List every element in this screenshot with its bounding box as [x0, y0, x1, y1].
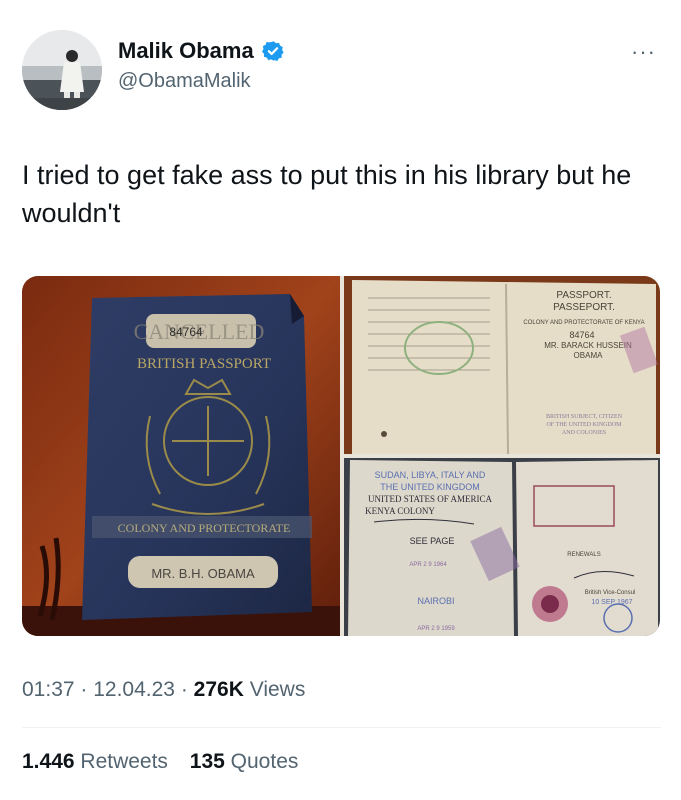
visa-consul: British Vice-Consul [585, 590, 636, 596]
visa-countries-4: KENYA COLONY [365, 506, 435, 516]
tweet-meta: 01:37 · 12.04.23 · 276K Views [22, 678, 305, 702]
quotes-stat[interactable]: 135 Quotes [190, 750, 299, 774]
quotes-label: Quotes [224, 750, 299, 773]
info-nationality-1: BRITISH SUBJECT, CITIZEN [546, 414, 623, 420]
cover-name-label: MR. B.H. OBAMA [151, 566, 255, 581]
cover-number: 84764 [169, 325, 203, 339]
media-grid: CANCELLED 84764 BRITISH PASSPORT COLONY … [22, 276, 660, 636]
photo-passport-cover[interactable]: CANCELLED 84764 BRITISH PASSPORT COLONY … [22, 276, 340, 636]
tweet-text: I tried to get fake ass to put this in h… [22, 160, 632, 228]
photo-passport-info-page[interactable]: PASSPORT. PASSEPORT. COLONY AND PROTECTO… [344, 276, 660, 454]
cover-band: COLONY AND PROTECTORATE [118, 521, 291, 535]
visa-date-1: APR 2 9 1964 [409, 562, 447, 568]
avatar-photo [22, 30, 102, 110]
tweet-date[interactable]: 12.04.23 [93, 678, 175, 701]
passport-info-page-image: PASSPORT. PASSEPORT. COLONY AND PROTECTO… [344, 276, 660, 454]
tweet-header: Malik Obama @ObamaMalik ··· [22, 30, 662, 114]
info-heading-1: PASSPORT. [556, 290, 611, 301]
display-name[interactable]: Malik Obama [118, 38, 254, 64]
divider [22, 727, 661, 728]
visa-countries-3: UNITED STATES OF AMERICA [368, 494, 493, 504]
info-colony: COLONY AND PROTECTORATE OF KENYA [523, 320, 644, 326]
cover-title: BRITISH PASSPORT [137, 356, 271, 372]
visa-renewals: RENEWALS [567, 552, 600, 558]
visa-countries-2: THE UNITED KINGDOM [380, 482, 480, 492]
photo-passport-visa-pages[interactable]: SUDAN, LIBYA, ITALY AND THE UNITED KINGD… [344, 458, 660, 636]
retweets-stat[interactable]: 1.446 Retweets [22, 750, 168, 774]
visa-see-page: SEE PAGE [410, 536, 455, 546]
verified-badge-icon [262, 41, 284, 61]
retweets-label: Retweets [74, 750, 168, 773]
passport-visa-pages-image: SUDAN, LIBYA, ITALY AND THE UNITED KINGD… [344, 458, 660, 636]
visa-countries-1: SUDAN, LIBYA, ITALY AND [375, 470, 486, 480]
tweet-time[interactable]: 01:37 [22, 678, 75, 701]
info-number: 84764 [569, 330, 594, 340]
more-options-icon[interactable]: ··· [631, 41, 656, 63]
views-count: 276K [193, 678, 244, 701]
visa-date-2: APR 2 9 1959 [417, 626, 455, 632]
views-label: Views [243, 678, 306, 701]
avatar[interactable] [22, 30, 102, 110]
info-nationality-2: OF THE UNITED KINGDOM [546, 422, 622, 428]
quotes-count: 135 [189, 750, 225, 773]
tweet-stats: 1.446 Retweets 135 Quotes [22, 750, 314, 774]
retweets-count: 1.446 [22, 750, 75, 773]
author-names: Malik Obama @ObamaMalik [118, 38, 284, 93]
visa-issued-at: NAIROBI [417, 596, 454, 606]
info-surname: OBAMA [574, 351, 604, 360]
handle[interactable]: @ObamaMalik [118, 70, 284, 93]
info-heading-2: PASSEPORT. [553, 302, 615, 313]
meta-separator: · [74, 678, 94, 701]
info-nationality-3: AND COLONIES [562, 430, 606, 436]
passport-cover-image: CANCELLED 84764 BRITISH PASSPORT COLONY … [22, 276, 340, 636]
info-holder: MR. BARACK HUSSEIN [544, 341, 632, 350]
meta-separator: · [174, 678, 194, 701]
